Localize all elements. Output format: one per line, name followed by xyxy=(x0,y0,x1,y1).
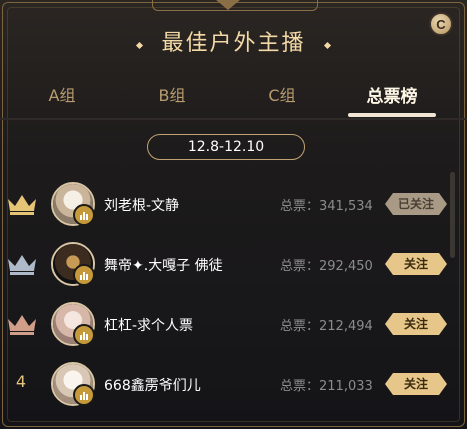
follow-button[interactable]: 已关注 xyxy=(385,193,447,215)
live-badge-icon xyxy=(73,264,95,286)
refresh-button[interactable]: C xyxy=(429,12,453,36)
scrollbar[interactable] xyxy=(450,172,455,258)
streamer-name[interactable]: 668鑫雳爷们儿 xyxy=(104,375,201,395)
vote-count: 总票：292,450 xyxy=(280,259,373,274)
ranking-row: 刘老根-文静 总票：341,534 已关注 xyxy=(0,175,450,233)
header: 最佳户外主播 xyxy=(0,24,467,64)
tab-b-group[interactable]: B组 xyxy=(132,82,212,106)
vote-count: 总票：212,494 xyxy=(280,319,373,334)
ranking-row: 4 668鑫雳爷们儿 总票：211,033 关注 xyxy=(0,355,450,413)
live-badge-icon xyxy=(73,384,95,406)
live-badge-icon xyxy=(73,324,95,346)
silver-crown-icon xyxy=(8,255,36,275)
follow-button[interactable]: 关注 xyxy=(385,313,447,335)
follow-button[interactable]: 关注 xyxy=(385,253,447,275)
top-triangle-decoration xyxy=(216,0,240,10)
follow-button[interactable]: 关注 xyxy=(385,373,447,395)
vote-count: 总票：211,033 xyxy=(280,379,373,394)
tab-a-group[interactable]: A组 xyxy=(22,82,102,106)
streamer-name[interactable]: 刘老根-文静 xyxy=(104,195,179,215)
tabs-divider xyxy=(0,118,467,120)
vote-count: 总票：341,534 xyxy=(280,199,373,214)
active-tab-indicator xyxy=(348,113,436,117)
streamer-name[interactable]: 舞帝✦.大嘎子 佛徒 xyxy=(104,255,223,275)
ranking-row: 舞帝✦.大嘎子 佛徒 总票：292,450 关注 xyxy=(0,235,450,293)
title-left-diamond-icon xyxy=(136,41,144,50)
refresh-icon: C xyxy=(436,16,446,32)
page-title: 最佳户外主播 xyxy=(161,31,306,56)
streamer-name[interactable]: 杠杠-求个人票 xyxy=(104,315,193,335)
ranking-row: 杠杠-求个人票 总票：212,494 关注 xyxy=(0,295,450,353)
gold-crown-icon xyxy=(8,195,36,215)
tab-c-group[interactable]: C组 xyxy=(242,82,322,106)
rank-number: 4 xyxy=(15,372,27,391)
tab-total-votes[interactable]: 总票榜 xyxy=(352,82,432,107)
ranking-panel: 最佳户外主播 C A组 B组 C组 总票榜 12.8-12.10 刘老根-文静 … xyxy=(0,0,467,429)
live-badge-icon xyxy=(73,204,95,226)
group-tabs: A组 B组 C组 总票榜 xyxy=(0,72,467,116)
date-range: 12.8-12.10 xyxy=(147,134,305,160)
bronze-crown-icon xyxy=(8,315,36,335)
title-right-diamond-icon xyxy=(323,41,331,50)
